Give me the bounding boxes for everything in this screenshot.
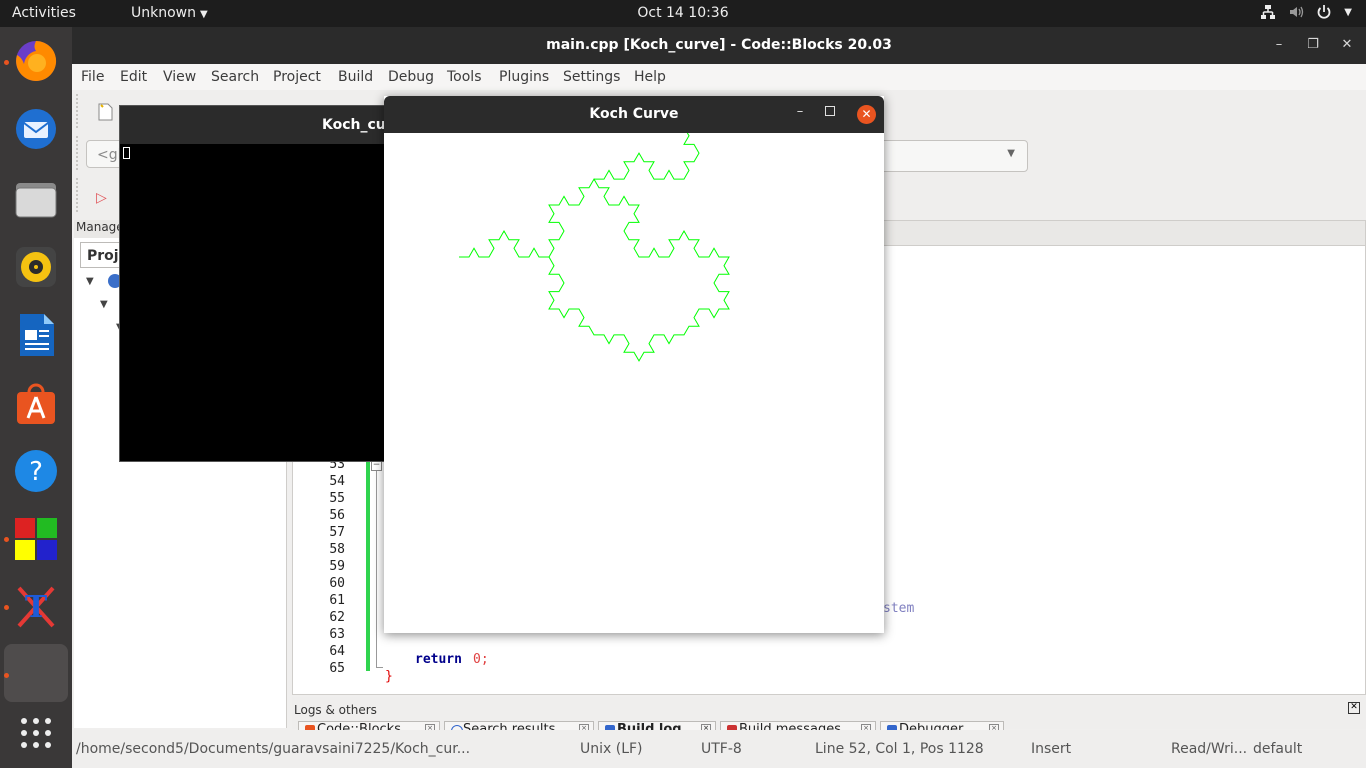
status-encoding: UTF-8 (701, 741, 742, 757)
network-icon (1261, 5, 1276, 19)
line-number: 65 (329, 661, 345, 676)
menu-edit[interactable]: Edit (120, 69, 147, 85)
status-bar: /home/second5/Documents/guaravsaini7225/… (72, 730, 1366, 768)
menu-build[interactable]: Build (338, 69, 373, 85)
codeblocks-titlebar[interactable]: main.cpp [Koch_curve] - Code::Blocks 20.… (72, 27, 1366, 64)
fold-line (376, 471, 377, 667)
code-return-keyword: return (415, 652, 462, 667)
toolbar-grip (76, 136, 78, 170)
running-indicator (4, 673, 9, 678)
show-apps-icon[interactable] (12, 709, 60, 757)
files-icon[interactable] (12, 175, 60, 223)
tree-expand-icon[interactable]: ▼ (86, 276, 94, 287)
libreoffice-writer-icon[interactable] (12, 311, 60, 359)
help-icon[interactable]: ? (12, 447, 60, 495)
close-button[interactable]: ✕ (1338, 36, 1356, 54)
line-number: 54 (329, 474, 345, 489)
menu-tools[interactable]: Tools (447, 69, 482, 85)
new-file-icon[interactable] (96, 103, 116, 121)
thunderbird-icon[interactable] (12, 105, 60, 153)
running-indicator (4, 60, 9, 65)
running-indicator (4, 537, 9, 542)
menu-view[interactable]: View (163, 69, 196, 85)
xterm-icon[interactable]: T (12, 583, 60, 631)
fold-line-end (376, 667, 383, 668)
code-return-value: 0; (473, 652, 489, 667)
terminal-cursor (123, 147, 130, 159)
line-number: 57 (329, 525, 345, 540)
tree-expand-icon[interactable]: ▼ (100, 299, 108, 310)
power-icon (1317, 5, 1331, 19)
dock: ? T (0, 27, 72, 768)
system-tray[interactable]: ▼ (1260, 4, 1352, 20)
cube-app-icon[interactable] (12, 515, 60, 563)
volume-icon (1290, 6, 1304, 18)
window-title: main.cpp [Koch_curve] - Code::Blocks 20.… (546, 37, 892, 53)
minimize-button[interactable]: – (792, 104, 808, 122)
line-number: 59 (329, 559, 345, 574)
menu-file[interactable]: File (81, 69, 104, 85)
status-line-endings: Unix (LF) (580, 741, 643, 757)
console-window[interactable]: Koch_cur (120, 106, 384, 461)
menu-project[interactable]: Project (273, 69, 321, 85)
menu-search[interactable]: Search (211, 69, 259, 85)
line-number: 64 (329, 644, 345, 659)
line-number: 60 (329, 576, 345, 591)
toolbar-grip (76, 178, 78, 212)
status-cursor-position: Line 52, Col 1, Pos 1128 (815, 741, 984, 757)
status-profile: default (1253, 741, 1303, 757)
minimize-button[interactable]: – (1270, 36, 1288, 54)
koch-curve-window: Koch Curve – ✕ (384, 96, 884, 633)
logs-title: Logs & others (294, 703, 377, 717)
koch-titlebar[interactable]: Koch Curve – ✕ (384, 96, 884, 133)
line-number: 55 (329, 491, 345, 506)
activities-button[interactable]: Activities (12, 5, 76, 21)
run-icon[interactable]: ▷ (96, 190, 107, 206)
app-menu[interactable]: Unknown ▼ (131, 5, 208, 21)
line-number: 63 (329, 627, 345, 642)
maximize-button[interactable] (825, 106, 835, 116)
status-insert-mode: Insert (1031, 741, 1072, 757)
line-number: 58 (329, 542, 345, 557)
gnome-top-bar: Activities Unknown ▼ Oct 14 10:36 ▼ (0, 0, 1366, 27)
console-title: Koch_cur (322, 117, 384, 133)
menu-bar: File Edit View Search Project Build Debu… (72, 64, 1366, 90)
menu-settings[interactable]: Settings (563, 69, 620, 85)
code-closing-brace: } (385, 669, 393, 684)
maximize-button[interactable]: ❐ (1304, 36, 1322, 54)
fold-collapse-icon[interactable]: − (371, 460, 382, 471)
koch-drawing-canvas (459, 133, 730, 362)
toolbar-grip (76, 94, 78, 128)
running-indicator (4, 605, 9, 610)
logs-panel: Logs & others ✕ Code::Blocks × Search res… (292, 697, 1366, 735)
line-number: 56 (329, 508, 345, 523)
chevron-down-icon: ▼ (1007, 148, 1015, 159)
menu-plugins[interactable]: Plugins (499, 69, 549, 85)
rhythmbox-icon[interactable] (12, 243, 60, 291)
menu-debug[interactable]: Debug (388, 69, 434, 85)
menu-help[interactable]: Help (634, 69, 666, 85)
koch-curve (459, 133, 730, 362)
blank-app-icon[interactable] (12, 649, 60, 697)
chevron-down-icon: ▼ (200, 9, 208, 20)
status-access: Read/Wri... (1171, 741, 1248, 757)
svg-text:?: ? (29, 457, 43, 487)
line-number: 61 (329, 593, 345, 608)
svg-text:T: T (25, 590, 48, 625)
line-number: 62 (329, 610, 345, 625)
app-menu-label: Unknown (131, 5, 196, 21)
software-center-icon[interactable] (12, 379, 60, 427)
status-file-path: /home/second5/Documents/guaravsaini7225/… (76, 741, 471, 757)
chevron-down-icon: ▼ (1344, 6, 1352, 18)
close-icon[interactable]: ✕ (1348, 702, 1360, 714)
clock[interactable]: Oct 14 10:36 (637, 5, 728, 21)
close-button[interactable]: ✕ (857, 105, 876, 124)
firefox-icon[interactable] (12, 37, 60, 85)
console-titlebar[interactable]: Koch_cur (120, 106, 384, 144)
koch-window-title: Koch Curve (589, 106, 679, 122)
code-comment: stem (883, 601, 915, 616)
